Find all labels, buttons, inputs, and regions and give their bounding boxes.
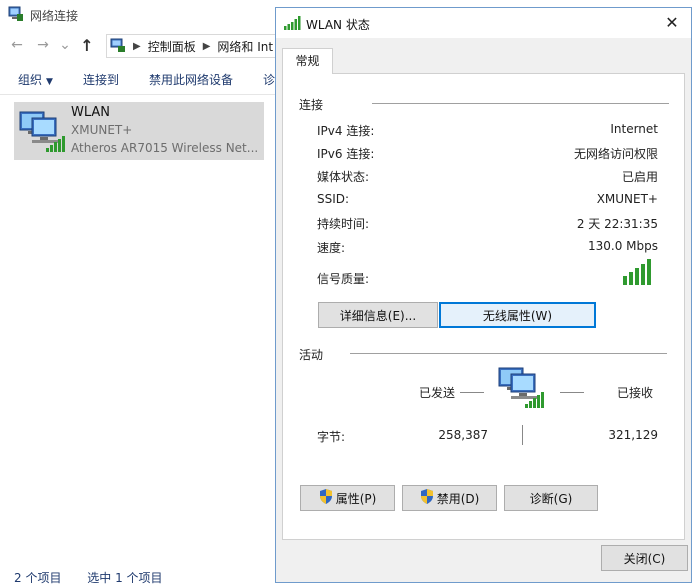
up-button[interactable]: ↑ [76, 36, 98, 55]
diagnose-button[interactable]: 诊 [263, 71, 275, 88]
breadcrumb-separator-icon: ▶ [133, 40, 141, 52]
media-state-value: 已启用 [621, 170, 658, 184]
received-line [560, 392, 584, 393]
bytes-divider [522, 425, 523, 445]
media-state-label: 媒体状态: [317, 170, 370, 184]
disable-button[interactable]: 禁用(D) [402, 485, 497, 511]
activity-group-heading: 活动 [299, 348, 324, 362]
bytes-sent-value: 258,387 [438, 428, 488, 442]
ipv4-value: Internet [610, 122, 658, 136]
connect-to-button[interactable]: 连接到 [83, 71, 119, 88]
forward-button[interactable]: → [32, 37, 54, 53]
signal-bars-icon [284, 16, 302, 33]
wlan-status-dialog: WLAN 状态 ✕ 常规 连接 IPv4 连接: Internet IPv6 连… [275, 7, 692, 583]
dialog-titlebar: WLAN 状态 ✕ [276, 8, 691, 38]
dialog-title: WLAN 状态 [306, 18, 370, 32]
properties-button[interactable]: 属性(P) [300, 485, 395, 511]
ssid-label: SSID: [317, 192, 350, 206]
status-bar: 2 个项目 选中 1 个项目 [14, 569, 185, 586]
ipv6-value: 无网络访问权限 [573, 147, 658, 161]
explorer-titlebar: 网络连接 [0, 0, 280, 30]
disable-device-button[interactable]: 禁用此网络设备 [149, 71, 233, 88]
window-title: 网络连接 [30, 8, 79, 23]
connection-ssid: XMUNET+ [71, 123, 133, 137]
sent-line [460, 392, 484, 393]
tab-general[interactable]: 常规 [282, 48, 333, 74]
connection-name: WLAN [71, 105, 111, 120]
control-panel-icon [110, 37, 126, 56]
connection-item-wlan[interactable]: WLAN XMUNET+ Atheros AR7015 Wireless Net… [14, 102, 264, 160]
details-button[interactable]: 详细信息(E)... [318, 302, 438, 328]
signal-quality-icon [623, 259, 653, 288]
diagnose-button[interactable]: 诊断(G) [504, 485, 598, 511]
network-computer-icon [497, 364, 547, 413]
network-connections-icon [8, 6, 24, 25]
organize-menu[interactable]: 组织 ▼ [18, 71, 53, 88]
bytes-label: 字节: [317, 430, 346, 444]
connection-adapter: Atheros AR7015 Wireless Net... [71, 141, 259, 155]
general-tab-panel: 连接 IPv4 连接: Internet IPv6 连接: 无网络访问权限 媒体… [282, 73, 685, 540]
item-count: 2 个项目 [14, 571, 62, 585]
divider [372, 103, 669, 104]
chevron-down-icon: ▼ [46, 76, 53, 87]
breadcrumb-network-internet[interactable]: 网络和 Int [217, 38, 273, 55]
ipv6-label: IPv6 连接: [317, 147, 375, 161]
sent-label: 已发送 [419, 386, 456, 400]
back-button[interactable]: ← [6, 37, 28, 53]
speed-label: 速度: [317, 241, 346, 255]
breadcrumb-separator-icon: ▶ [202, 40, 211, 52]
properties-button-label: 属性(P) [335, 491, 377, 506]
selected-count: 选中 1 个项目 [87, 571, 163, 585]
disable-button-label: 禁用(D) [436, 491, 480, 506]
duration-label: 持续时间: [317, 217, 370, 231]
bytes-received-value: 321,129 [608, 428, 658, 442]
wireless-properties-button[interactable]: 无线属性(W) [439, 302, 596, 328]
close-icon[interactable]: ✕ [661, 13, 683, 33]
duration-value: 2 天 22:31:35 [576, 217, 658, 231]
organize-label: 组织 [18, 72, 43, 87]
uac-shield-icon [319, 489, 333, 507]
signal-quality-label: 信号质量: [317, 272, 370, 286]
received-label: 已接收 [617, 386, 654, 400]
uac-shield-icon [420, 489, 434, 507]
close-button[interactable]: 关闭(C) [601, 545, 688, 571]
connection-group-heading: 连接 [299, 98, 324, 112]
divider [350, 353, 667, 354]
ipv4-label: IPv4 连接: [317, 124, 375, 138]
speed-value: 130.0 Mbps [587, 239, 658, 253]
command-bar: 组织 ▼ 连接到 禁用此网络设备 诊 [0, 64, 280, 95]
breadcrumb-control-panel[interactable]: 控制面板 [148, 38, 196, 55]
network-computer-icon [18, 108, 68, 154]
recent-locations-dropdown[interactable]: ⌄ [54, 37, 76, 53]
ssid-value: XMUNET+ [596, 192, 658, 206]
address-bar[interactable]: ▶ 控制面板 ▶ 网络和 Int [106, 34, 283, 58]
